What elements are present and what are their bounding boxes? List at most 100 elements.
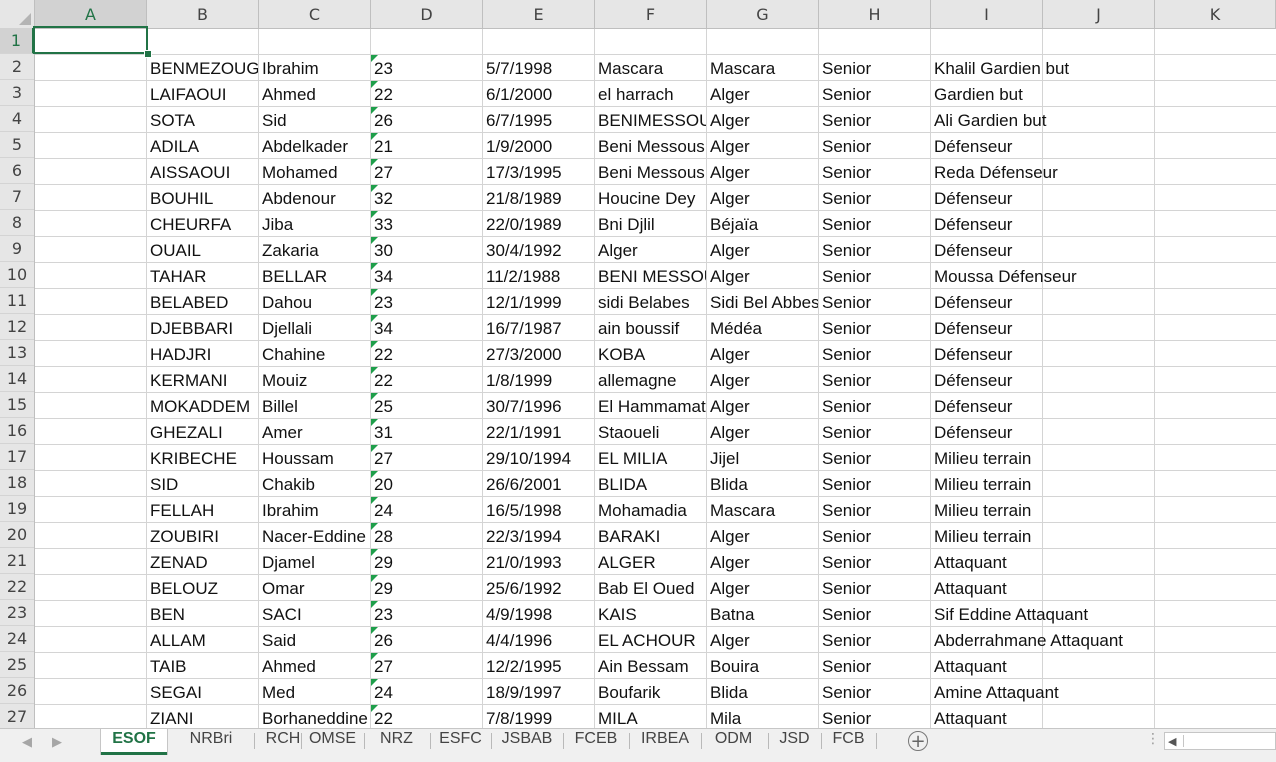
cell-h1[interactable] bbox=[819, 29, 930, 55]
select-all-corner[interactable] bbox=[0, 0, 35, 28]
row-header-26[interactable]: 26 bbox=[0, 678, 34, 704]
row-header-14[interactable]: 14 bbox=[0, 366, 34, 392]
cell-f6[interactable]: Beni Messous bbox=[595, 159, 706, 185]
column-header-d[interactable]: D bbox=[371, 0, 483, 28]
cell-b13[interactable]: HADJRI bbox=[147, 341, 258, 367]
cell-h8[interactable]: Senior bbox=[819, 211, 930, 237]
cell-g9[interactable]: Alger bbox=[707, 237, 818, 263]
cell-b8[interactable]: CHEURFA bbox=[147, 211, 258, 237]
cell-d10[interactable]: 34 bbox=[371, 263, 482, 289]
row-header-16[interactable]: 16 bbox=[0, 418, 34, 444]
cell-g15[interactable]: Alger bbox=[707, 393, 818, 419]
cell-e8[interactable]: 22/0/1989 bbox=[483, 211, 594, 237]
cell-c2[interactable]: Ibrahim bbox=[259, 55, 370, 81]
cell-e6[interactable]: 17/3/1995 bbox=[483, 159, 594, 185]
cell-h23[interactable]: Senior bbox=[819, 601, 930, 627]
cell-h4[interactable]: Senior bbox=[819, 107, 930, 133]
cell-f26[interactable]: Boufarik bbox=[595, 679, 706, 705]
cell-b25[interactable]: TAIB bbox=[147, 653, 258, 679]
column-header-i[interactable]: I bbox=[931, 0, 1043, 28]
cell-i20[interactable]: Milieu terrain bbox=[931, 523, 1231, 549]
sheet-tab-omse[interactable]: OMSE bbox=[301, 729, 364, 753]
cell-d18[interactable]: 20 bbox=[371, 471, 482, 497]
cell-d3[interactable]: 22 bbox=[371, 81, 482, 107]
cell-d7[interactable]: 32 bbox=[371, 185, 482, 211]
cell-h2[interactable]: Senior bbox=[819, 55, 930, 81]
cell-f21[interactable]: ALGER bbox=[595, 549, 706, 575]
cell-f27[interactable]: MILA bbox=[595, 705, 706, 728]
cell-d5[interactable]: 21 bbox=[371, 133, 482, 159]
row-header-2[interactable]: 2 bbox=[0, 54, 34, 80]
cell-g1[interactable] bbox=[707, 29, 818, 55]
cell-g10[interactable]: Alger bbox=[707, 263, 818, 289]
row-header-21[interactable]: 21 bbox=[0, 548, 34, 574]
cell-f5[interactable]: Beni Messous bbox=[595, 133, 706, 159]
cell-g22[interactable]: Alger bbox=[707, 575, 818, 601]
cell-i4[interactable]: Ali Gardien but bbox=[931, 107, 1231, 133]
cell-d21[interactable]: 29 bbox=[371, 549, 482, 575]
cell-h14[interactable]: Senior bbox=[819, 367, 930, 393]
cell-e23[interactable]: 4/9/1998 bbox=[483, 601, 594, 627]
cell-b24[interactable]: ALLAM bbox=[147, 627, 258, 653]
cell-i2[interactable]: Khalil Gardien but bbox=[931, 55, 1231, 81]
cell-b4[interactable]: SOTA bbox=[147, 107, 258, 133]
cell-b26[interactable]: SEGAI bbox=[147, 679, 258, 705]
cell-b5[interactable]: ADILA bbox=[147, 133, 258, 159]
cell-e3[interactable]: 6/1/2000 bbox=[483, 81, 594, 107]
cell-d19[interactable]: 24 bbox=[371, 497, 482, 523]
cell-d25[interactable]: 27 bbox=[371, 653, 482, 679]
cell-e7[interactable]: 21/8/1989 bbox=[483, 185, 594, 211]
cell-c26[interactable]: Med bbox=[259, 679, 370, 705]
cell-i7[interactable]: Défenseur bbox=[931, 185, 1231, 211]
cell-i14[interactable]: Défenseur bbox=[931, 367, 1231, 393]
row-header-25[interactable]: 25 bbox=[0, 652, 34, 678]
cell-h18[interactable]: Senior bbox=[819, 471, 930, 497]
cell-f9[interactable]: Alger bbox=[595, 237, 706, 263]
cell-c17[interactable]: Houssam bbox=[259, 445, 370, 471]
cell-d15[interactable]: 25 bbox=[371, 393, 482, 419]
cell-b1[interactable] bbox=[147, 29, 258, 55]
cell-b6[interactable]: AISSAOUI bbox=[147, 159, 258, 185]
cell-f1[interactable] bbox=[595, 29, 706, 55]
cell-h12[interactable]: Senior bbox=[819, 315, 930, 341]
cell-d2[interactable]: 23 bbox=[371, 55, 482, 81]
scroll-left-icon[interactable]: ◀ bbox=[1168, 735, 1176, 748]
cell-e26[interactable]: 18/9/1997 bbox=[483, 679, 594, 705]
cell-f17[interactable]: EL MILIA bbox=[595, 445, 706, 471]
row-header-20[interactable]: 20 bbox=[0, 522, 34, 548]
sheet-tab-odm[interactable]: ODM bbox=[701, 729, 766, 753]
cell-i11[interactable]: Défenseur bbox=[931, 289, 1231, 315]
scrollbar-thumb[interactable] bbox=[1183, 735, 1276, 747]
cell-e11[interactable]: 12/1/1999 bbox=[483, 289, 594, 315]
cell-f19[interactable]: Mohamadia bbox=[595, 497, 706, 523]
cell-c9[interactable]: Zakaria bbox=[259, 237, 370, 263]
cell-g26[interactable]: Blida bbox=[707, 679, 818, 705]
cell-b14[interactable]: KERMANI bbox=[147, 367, 258, 393]
row-header-23[interactable]: 23 bbox=[0, 600, 34, 626]
sheet-tab-nrz[interactable]: NRZ bbox=[364, 729, 429, 753]
cell-e21[interactable]: 21/0/1993 bbox=[483, 549, 594, 575]
cell-grid[interactable]: BENMEZOUG Ibrahim 23 5/7/1998 Mascara Mascara… bbox=[35, 29, 1276, 728]
cell-f18[interactable]: BLIDA bbox=[595, 471, 706, 497]
cell-f10[interactable]: BENI MESSOUS bbox=[595, 263, 706, 289]
cell-h11[interactable]: Senior bbox=[819, 289, 930, 315]
cell-g7[interactable]: Alger bbox=[707, 185, 818, 211]
cell-h22[interactable]: Senior bbox=[819, 575, 930, 601]
cell-b19[interactable]: FELLAH bbox=[147, 497, 258, 523]
column-header-k[interactable]: K bbox=[1155, 0, 1276, 28]
cell-b7[interactable]: BOUHIL bbox=[147, 185, 258, 211]
column-header-g[interactable]: G bbox=[707, 0, 819, 28]
cell-f25[interactable]: Ain Bessam bbox=[595, 653, 706, 679]
cell-d13[interactable]: 22 bbox=[371, 341, 482, 367]
row-header-11[interactable]: 11 bbox=[0, 288, 34, 314]
cell-c14[interactable]: Mouiz bbox=[259, 367, 370, 393]
cell-c18[interactable]: Chakib bbox=[259, 471, 370, 497]
sheet-tab-nrbri[interactable]: NRBri bbox=[170, 729, 252, 753]
row-header-15[interactable]: 15 bbox=[0, 392, 34, 418]
cell-h7[interactable]: Senior bbox=[819, 185, 930, 211]
cell-e13[interactable]: 27/3/2000 bbox=[483, 341, 594, 367]
cell-f7[interactable]: Houcine Dey bbox=[595, 185, 706, 211]
cell-g2[interactable]: Mascara bbox=[707, 55, 818, 81]
cell-g18[interactable]: Blida bbox=[707, 471, 818, 497]
sheet-tab-fcb[interactable]: FCB bbox=[821, 729, 876, 753]
